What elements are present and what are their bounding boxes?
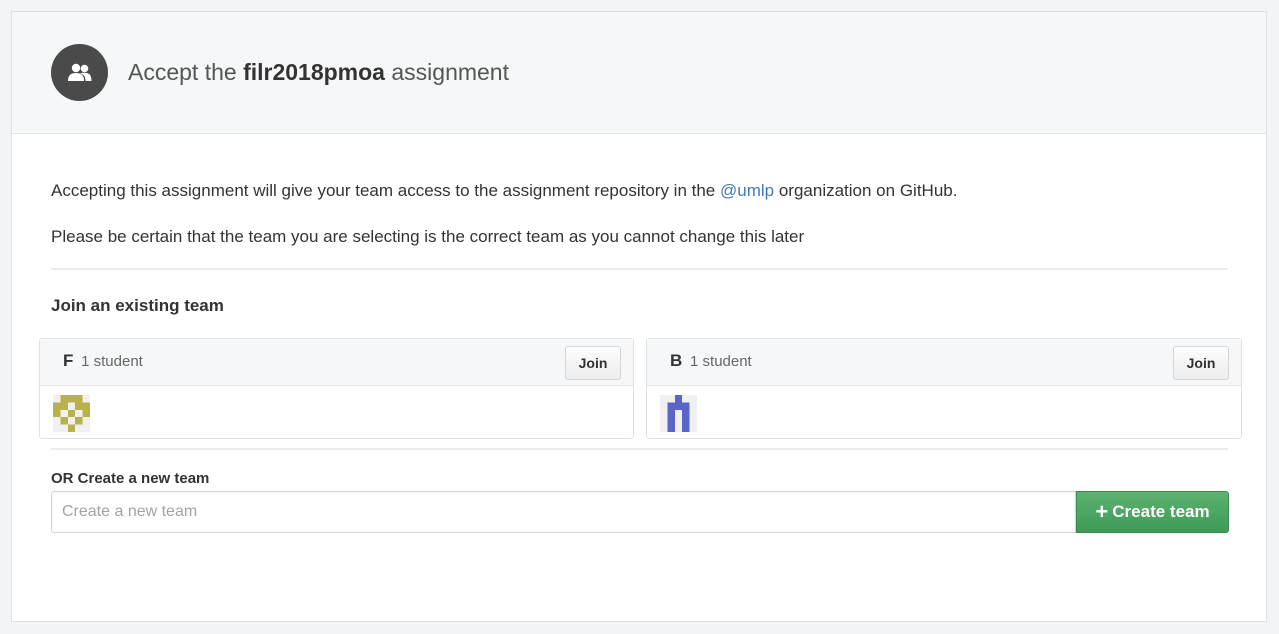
team-card-f: F 1 student Join: [39, 338, 634, 439]
assignment-card: Accept the filr2018pmoa assignment Accep…: [11, 11, 1267, 622]
warning-text: Please be certain that the team you are …: [51, 227, 805, 246]
team-header: F 1 student Join: [40, 339, 633, 386]
divider: [51, 448, 1228, 450]
create-team-button[interactable]: + Create team: [1076, 491, 1229, 533]
team-name-label: B: [670, 351, 683, 370]
create-team-form: + Create team: [51, 491, 1229, 533]
team-header: B 1 student Join: [647, 339, 1241, 386]
team-member-count: 1 student: [81, 353, 143, 370]
divider: [51, 268, 1228, 270]
team-name: F 1 student: [63, 351, 143, 371]
intro-line1-prefix: Accepting this assignment will give your…: [51, 181, 716, 200]
member-avatar[interactable]: [660, 395, 697, 432]
create-team-label: OR Create a new team: [51, 470, 210, 487]
member-avatar[interactable]: [53, 395, 90, 432]
team-card-b: B 1 student Join: [646, 338, 1242, 439]
team-name-label: F: [63, 351, 74, 370]
page-title: Accept the filr2018pmoa assignment: [128, 59, 509, 86]
plus-icon: +: [1095, 499, 1109, 524]
join-team-button[interactable]: Join: [565, 346, 621, 380]
title-prefix: Accept the: [128, 59, 237, 85]
team-member-count: 1 student: [690, 353, 752, 370]
intro-text: Accepting this assignment will give your…: [51, 134, 1228, 201]
assignment-name: filr2018pmoa: [243, 59, 385, 85]
people-icon: [51, 44, 108, 101]
create-team-button-label: Create team: [1112, 502, 1210, 521]
org-link[interactable]: @umlp: [720, 181, 774, 200]
card-body: Accepting this assignment will give your…: [12, 134, 1266, 533]
card-header: Accept the filr2018pmoa assignment: [12, 12, 1266, 134]
intro-line1-suffix: organization on GitHub.: [778, 181, 958, 200]
join-team-button[interactable]: Join: [1173, 346, 1229, 380]
title-suffix: assignment: [391, 59, 509, 85]
team-name-input[interactable]: [51, 491, 1076, 533]
team-list: F 1 student Join B 1 student Join: [39, 338, 1242, 448]
team-name: B 1 student: [670, 351, 752, 371]
join-section-title: Join an existing team: [51, 296, 224, 315]
